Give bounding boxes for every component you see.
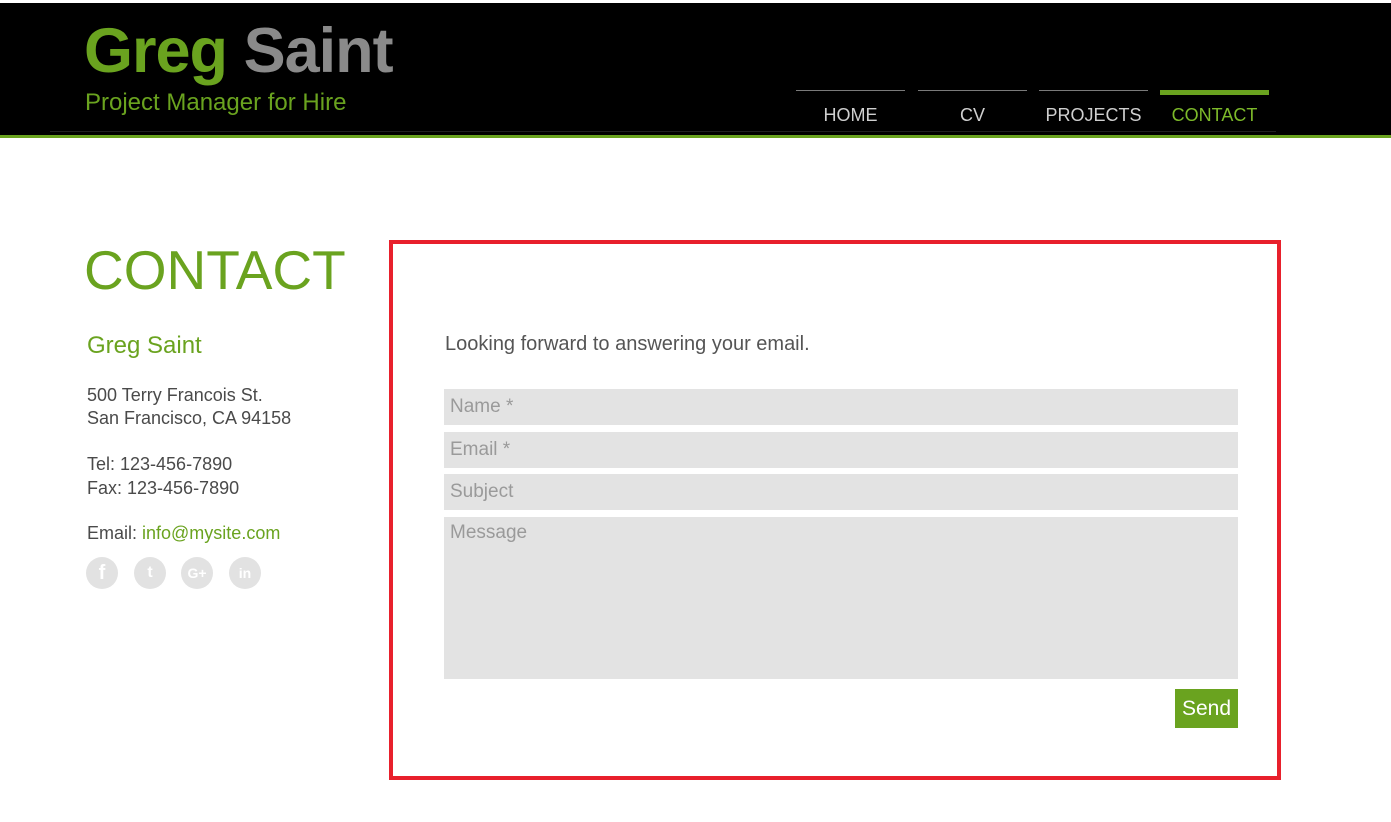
- contact-form-container: [389, 240, 1281, 780]
- email-link[interactable]: info@mysite.com: [142, 523, 280, 543]
- email-input[interactable]: [444, 432, 1238, 468]
- form-intro-text: Looking forward to answering your email.: [445, 333, 810, 355]
- subject-input[interactable]: [444, 474, 1238, 510]
- contact-name: Greg Saint: [87, 332, 202, 359]
- message-textarea[interactable]: [444, 517, 1238, 679]
- facebook-icon[interactable]: f: [86, 557, 118, 589]
- site-name-last[interactable]: Saint: [244, 16, 394, 86]
- nav-item-cv[interactable]: CV: [918, 90, 1027, 131]
- site-tagline: Project Manager for Hire: [85, 89, 347, 116]
- nav-item-home[interactable]: HOME: [796, 90, 905, 131]
- send-button[interactable]: Send: [1175, 689, 1238, 728]
- fax: Fax: 123-456-7890: [87, 478, 240, 498]
- nav-item-contact[interactable]: CONTACT: [1160, 90, 1269, 131]
- twitter-icon[interactable]: t: [134, 557, 166, 589]
- site-name[interactable]: Greg Saint: [84, 14, 394, 88]
- address-line-1: 500 Terry Francois St.: [87, 385, 263, 405]
- google-plus-icon[interactable]: G+: [181, 557, 213, 589]
- linkedin-icon[interactable]: in: [229, 557, 261, 589]
- email-label: Email:: [87, 523, 143, 543]
- site-name-first[interactable]: Greg: [84, 16, 228, 86]
- header-accent-line: [0, 135, 1391, 138]
- name-input[interactable]: [444, 389, 1238, 425]
- page-title: CONTACT: [84, 239, 346, 301]
- email-line: Email: info@mysite.com: [87, 522, 280, 545]
- telephone: Tel: 123-456-7890: [87, 454, 233, 474]
- nav-item-projects[interactable]: PROJECTS: [1039, 90, 1148, 131]
- address-line-2: San Francisco, CA 94158: [87, 408, 292, 428]
